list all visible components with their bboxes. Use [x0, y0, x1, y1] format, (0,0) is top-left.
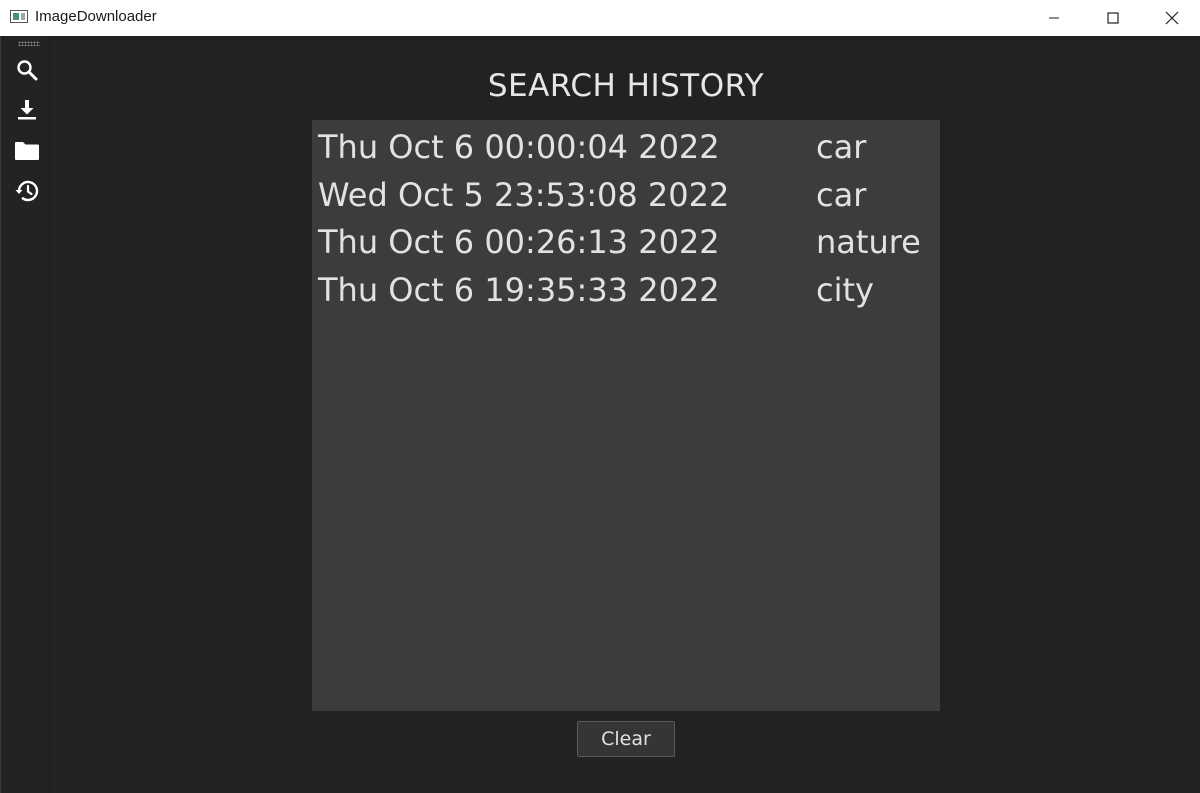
history-term: car — [816, 128, 867, 166]
list-item[interactable]: Thu Oct 6 19:35:33 2022 city — [312, 267, 940, 315]
clear-button[interactable]: Clear — [577, 721, 675, 757]
sidebar-item-download[interactable] — [13, 96, 41, 124]
search-history-list[interactable]: Thu Oct 6 00:00:04 2022 car Wed Oct 5 23… — [312, 120, 940, 711]
sidebar — [1, 36, 50, 793]
page-title: SEARCH HISTORY — [487, 68, 765, 104]
list-item[interactable]: Thu Oct 6 00:26:13 2022 nature — [312, 219, 940, 267]
title-bar: ImageDownloader — [0, 0, 1200, 36]
list-item[interactable]: Wed Oct 5 23:53:08 2022 car — [312, 172, 940, 220]
history-date: Thu Oct 6 19:35:33 2022 — [318, 270, 720, 309]
minimize-icon — [1049, 17, 1059, 19]
folder-icon — [15, 142, 39, 160]
client-area: SEARCH HISTORY Thu Oct 6 00:00:04 2022 c… — [0, 36, 1200, 793]
list-item[interactable]: Thu Oct 6 00:00:04 2022 car — [312, 124, 940, 172]
history-date: Thu Oct 6 00:00:04 2022 — [318, 128, 720, 166]
download-icon — [18, 100, 36, 120]
history-term: city — [816, 270, 874, 309]
maximize-button[interactable] — [1084, 0, 1142, 36]
sidebar-item-search[interactable] — [13, 56, 41, 84]
history-icon — [15, 180, 39, 202]
window-title: ImageDownloader — [35, 8, 157, 25]
search-icon — [17, 60, 38, 81]
sidebar-item-folder[interactable] — [13, 137, 41, 165]
history-term: car — [816, 175, 867, 214]
minimize-button[interactable] — [1025, 0, 1083, 36]
maximize-icon — [1107, 12, 1119, 24]
app-icon — [10, 10, 28, 23]
history-date: Thu Oct 6 00:26:13 2022 — [318, 223, 720, 261]
history-date: Wed Oct 5 23:53:08 2022 — [318, 175, 730, 214]
toolbar-grip[interactable] — [18, 41, 40, 46]
close-button[interactable] — [1143, 0, 1200, 36]
history-term: nature — [816, 223, 921, 261]
close-icon — [1165, 11, 1179, 25]
sidebar-item-history[interactable] — [13, 177, 41, 205]
app-window: ImageDownloader SEARCH HISTORY Thu Oct 6… — [0, 0, 1200, 793]
